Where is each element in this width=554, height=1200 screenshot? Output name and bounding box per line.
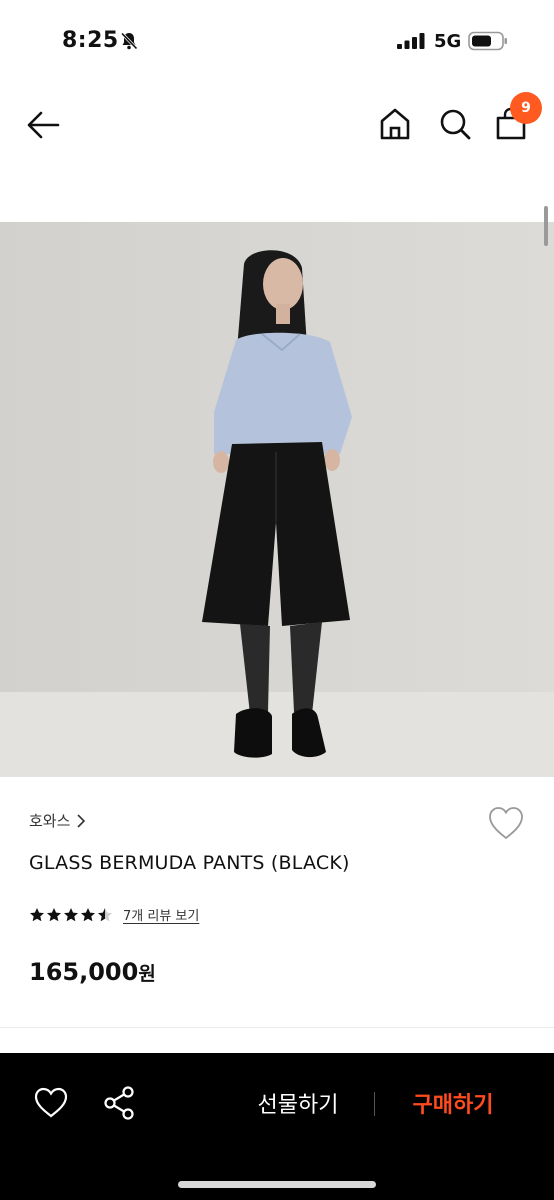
bottom-action-bar: 선물하기 구매하기 xyxy=(0,1053,554,1200)
star-icon xyxy=(64,907,78,921)
status-time: 8:25 xyxy=(62,28,119,53)
page-scrollbar[interactable] xyxy=(544,206,548,246)
status-bar: 8:25 5G xyxy=(0,0,554,80)
battery-icon xyxy=(468,31,507,51)
signal-icon xyxy=(397,33,425,49)
star-rating xyxy=(29,907,113,923)
review-link[interactable]: 7개 리뷰 보기 xyxy=(123,905,199,924)
wishlist-heart-icon[interactable] xyxy=(487,805,525,841)
star-icon xyxy=(98,907,112,921)
gift-button[interactable]: 선물하기 xyxy=(240,1083,356,1123)
product-image[interactable] xyxy=(0,222,554,777)
price-currency: 원 xyxy=(138,963,156,985)
brand-link[interactable]: 호와스 xyxy=(29,810,86,831)
top-nav: 9 xyxy=(0,90,554,162)
product-photo-illustration xyxy=(0,222,554,777)
price-amount: 165,000 xyxy=(29,958,139,986)
product-title: GLASS BERMUDA PANTS (BLACK) xyxy=(29,852,350,874)
share-icon[interactable] xyxy=(102,1085,136,1121)
home-indicator xyxy=(178,1181,376,1188)
price: 165,000원 xyxy=(29,958,156,986)
back-arrow-icon[interactable] xyxy=(24,108,62,142)
buy-button[interactable]: 구매하기 xyxy=(395,1083,511,1123)
brand-name: 호와스 xyxy=(29,812,71,830)
search-icon[interactable] xyxy=(437,106,473,142)
cart-count-badge: 9 xyxy=(510,92,542,124)
star-icon xyxy=(30,907,44,921)
home-icon[interactable] xyxy=(378,106,412,142)
star-icon xyxy=(81,907,95,921)
heart-icon[interactable] xyxy=(33,1086,69,1120)
network-label: 5G xyxy=(434,31,462,52)
star-icon xyxy=(47,907,61,921)
action-separator xyxy=(374,1092,375,1116)
rating-row: 7개 리뷰 보기 xyxy=(29,905,199,924)
divider xyxy=(0,1027,554,1028)
chevron-right-icon xyxy=(77,813,86,828)
bell-slash-icon xyxy=(120,32,138,50)
